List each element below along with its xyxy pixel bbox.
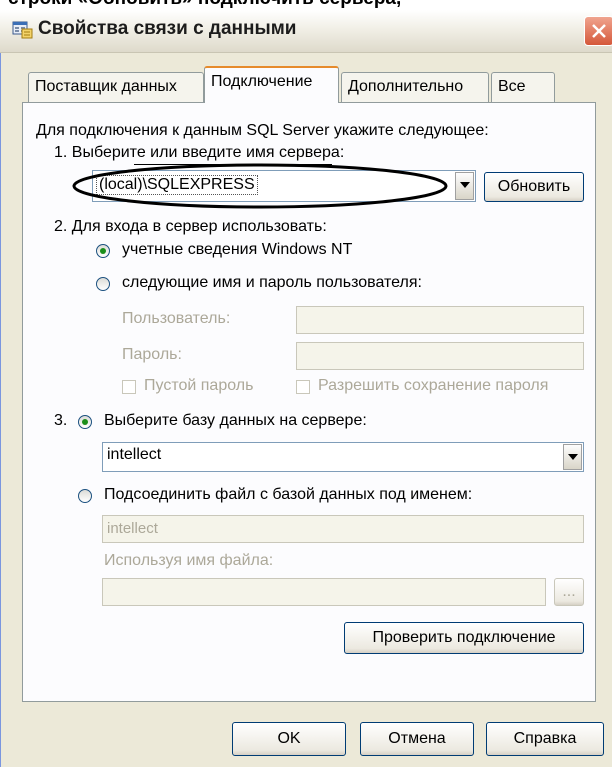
blank-password-label: Пустой пароль — [144, 377, 254, 394]
password-field[interactable] — [296, 342, 584, 370]
data-link-icon — [12, 20, 34, 40]
chevron-down-icon[interactable] — [563, 444, 582, 470]
filename-field[interactable] — [102, 578, 546, 606]
close-button[interactable] — [584, 16, 612, 46]
blank-password-checkbox[interactable] — [122, 380, 136, 394]
browse-button[interactable]: ... — [554, 578, 584, 606]
help-button[interactable]: Справка — [486, 722, 604, 756]
password-label: Пароль: — [122, 346, 182, 363]
radio-select-db[interactable] — [78, 415, 92, 429]
tab-advanced[interactable]: Дополнительно — [341, 72, 489, 102]
tab-connection[interactable]: Подключение — [204, 66, 339, 103]
radio-windows-auth-label: учетные сведения Windows NT — [122, 241, 353, 258]
user-label: Пользователь: — [122, 310, 231, 327]
radio-user-password-label: следующие имя и пароль пользователя: — [122, 274, 422, 291]
refresh-button[interactable]: Обновить — [484, 172, 584, 202]
chevron-down-icon[interactable] — [455, 172, 474, 200]
tab-all[interactable]: Все — [491, 72, 555, 102]
database-value: intellect — [107, 446, 162, 463]
tab-provider[interactable]: Поставщик данных — [28, 72, 204, 102]
radio-attach-file-label: Подсоединить файл с базой данных под име… — [104, 486, 473, 503]
radio-windows-auth[interactable] — [96, 244, 110, 258]
filename-label: Используя имя файла: — [104, 552, 274, 569]
attach-name-value: intellect — [107, 520, 158, 537]
database-combo[interactable]: intellect — [102, 442, 584, 472]
test-connection-button[interactable]: Проверить подключение — [344, 622, 584, 654]
radio-user-password[interactable] — [96, 277, 110, 291]
cancel-button[interactable]: Отмена — [360, 722, 474, 756]
user-field[interactable] — [296, 306, 584, 334]
step2-label: 2. Для входа в сервер использовать: — [54, 218, 327, 235]
step1-label: 1. Выберите или введите имя сервера: — [54, 144, 345, 161]
window-title: Свойства связи с данными — [38, 18, 297, 39]
close-icon — [592, 24, 606, 38]
ok-button[interactable]: OK — [232, 722, 346, 756]
attach-name-field[interactable]: intellect — [102, 515, 584, 543]
allow-save-password-label: Разрешить сохранение пароля — [318, 377, 549, 394]
highlight-ellipse — [72, 163, 448, 209]
step3-prefix: 3. — [54, 412, 68, 429]
allow-save-password-checkbox[interactable] — [296, 380, 310, 394]
top-caption: строки «Обновить» подключить сервера, — [8, 0, 401, 10]
intro-text: Для подключения к данным SQL Server укаж… — [36, 122, 489, 139]
radio-select-db-label: Выберите базу данных на сервере: — [104, 412, 367, 429]
radio-attach-file[interactable] — [78, 489, 92, 503]
